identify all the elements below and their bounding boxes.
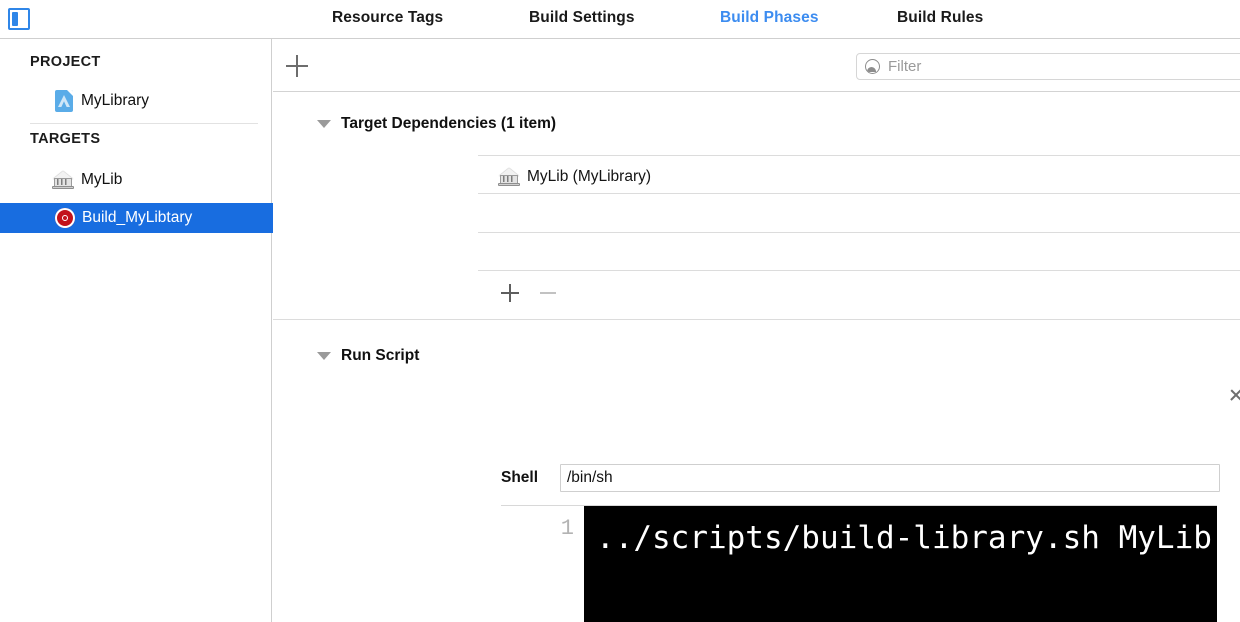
tab-build-settings[interactable]: Build Settings <box>529 9 635 27</box>
section-divider <box>273 319 1240 320</box>
tab-build-phases[interactable]: Build Phases <box>720 9 819 27</box>
row-divider <box>478 270 1240 271</box>
project-document-icon <box>55 90 73 112</box>
top-tab-bar: Resource Tags Build Settings Build Phase… <box>0 0 1240 38</box>
shell-label: Shell <box>501 469 539 486</box>
target-bullseye-icon <box>55 208 75 228</box>
section-run-script[interactable]: Run Script <box>317 347 419 365</box>
library-framework-icon <box>498 167 520 187</box>
sidebar-section-targets: TARGETS <box>30 131 101 147</box>
sidebar-divider <box>30 123 258 124</box>
disclosure-triangle-open-icon[interactable] <box>317 120 331 128</box>
sidebar-toggle-bar <box>12 12 18 26</box>
sidebar-item-label: MyLibrary <box>81 92 150 109</box>
line-number: 1 <box>560 516 574 541</box>
project-navigator-sidebar: PROJECT MyLibrary TARGETS MyLib Build_My… <box>0 39 327 622</box>
remove-dependency-button[interactable] <box>539 284 557 302</box>
sidebar-section-project: PROJECT <box>30 54 101 70</box>
section-target-dependencies[interactable]: Target Dependencies (1 item) <box>317 115 556 133</box>
dependency-row-label: MyLib (MyLibrary) <box>527 168 652 185</box>
disclosure-triangle-open-icon[interactable] <box>317 352 331 360</box>
filter-input-container[interactable]: Filter <box>856 53 1240 80</box>
tab-build-rules[interactable]: Build Rules <box>897 9 983 27</box>
script-editor[interactable]: 1 ../scripts/build-library.sh MyLib <box>501 505 1217 622</box>
shell-input[interactable] <box>560 464 1220 492</box>
add-dependency-button[interactable] <box>501 284 519 302</box>
tab-resource-tags[interactable]: Resource Tags <box>332 9 443 27</box>
sidebar-toggle-icon[interactable] <box>8 8 30 30</box>
section-title: Run Script <box>341 347 420 364</box>
row-divider <box>478 193 1240 194</box>
sidebar-item-label: MyLib <box>81 171 123 188</box>
add-build-phase-button[interactable] <box>286 55 308 77</box>
filter-icon <box>865 59 880 74</box>
script-gutter: 1 <box>501 506 584 622</box>
build-phases-toolbar: Filter <box>273 39 1240 92</box>
filter-placeholder-text: Filter <box>888 58 922 75</box>
build-phases-pane: Filter Target Dependencies (1 item) MyLi… <box>273 39 1240 622</box>
section-title: Target Dependencies (1 item) <box>341 115 557 132</box>
row-divider <box>478 232 1240 233</box>
dependency-row-mylib[interactable]: MyLib (MyLibrary) <box>498 167 651 187</box>
library-framework-icon <box>52 170 74 190</box>
script-text-area[interactable]: ../scripts/build-library.sh MyLib <box>584 506 1217 622</box>
row-divider <box>478 155 1240 156</box>
close-x-icon[interactable] <box>1229 388 1240 402</box>
sidebar-item-label: Build_MyLibtary <box>82 209 193 226</box>
